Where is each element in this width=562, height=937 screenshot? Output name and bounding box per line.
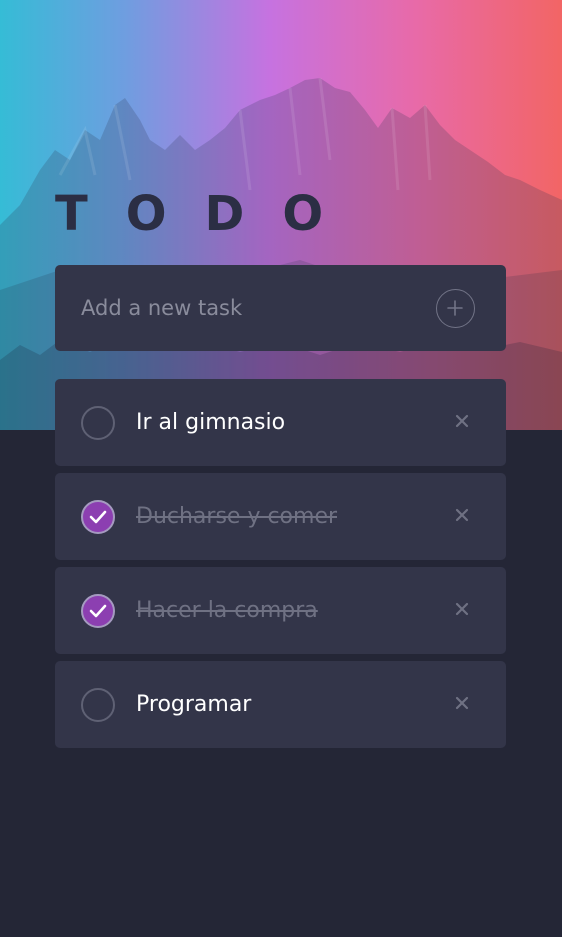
task-checkbox[interactable] bbox=[81, 406, 115, 440]
delete-task-button[interactable] bbox=[453, 600, 471, 618]
task-label: Programar bbox=[136, 692, 252, 717]
task-item[interactable]: Programar bbox=[55, 661, 506, 748]
task-checkbox[interactable] bbox=[81, 594, 115, 628]
task-label: Ducharse y comer bbox=[136, 504, 338, 529]
close-icon bbox=[455, 602, 469, 616]
app-title: TODO bbox=[55, 186, 362, 242]
task-checkbox[interactable] bbox=[81, 500, 115, 534]
new-task-input[interactable] bbox=[81, 287, 411, 329]
close-icon bbox=[455, 696, 469, 710]
delete-task-button[interactable] bbox=[453, 694, 471, 712]
task-item[interactable]: Ducharse y comer bbox=[55, 473, 506, 560]
delete-task-button[interactable] bbox=[453, 506, 471, 524]
add-task-button[interactable] bbox=[436, 289, 475, 328]
checkmark-icon bbox=[89, 510, 107, 524]
plus-icon bbox=[447, 300, 463, 316]
close-icon bbox=[455, 414, 469, 428]
task-item[interactable]: Ir al gimnasio bbox=[55, 379, 506, 466]
task-checkbox[interactable] bbox=[81, 688, 115, 722]
task-label: Ir al gimnasio bbox=[136, 410, 286, 435]
new-task-bar bbox=[55, 265, 506, 351]
delete-task-button[interactable] bbox=[453, 412, 471, 430]
task-item[interactable]: Hacer la compra bbox=[55, 567, 506, 654]
close-icon bbox=[455, 508, 469, 522]
checkmark-icon bbox=[89, 604, 107, 618]
task-label: Hacer la compra bbox=[136, 598, 318, 623]
